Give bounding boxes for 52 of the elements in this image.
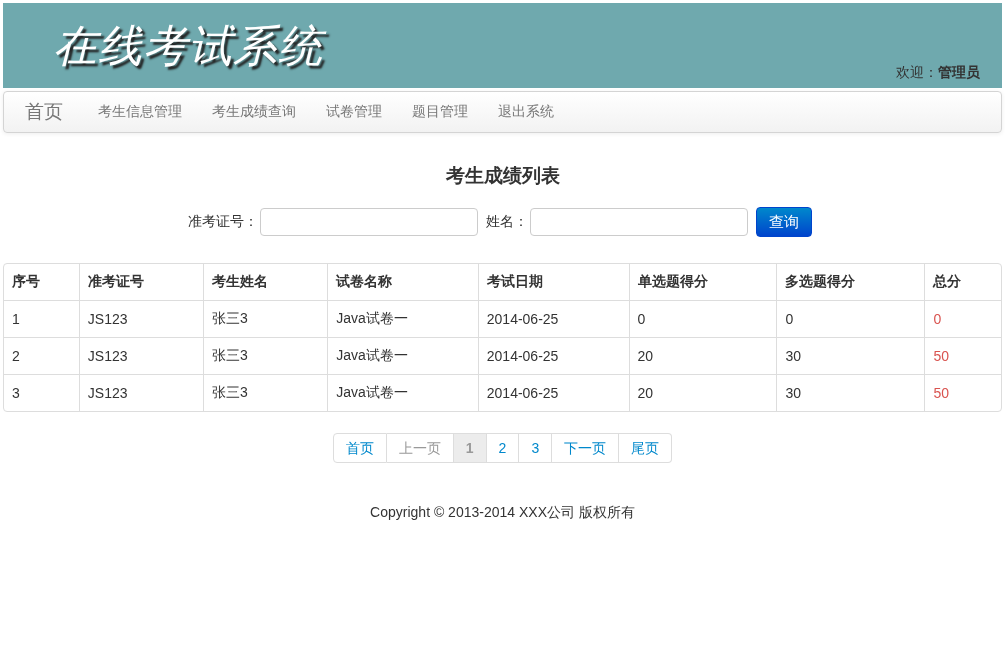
- column-header: 单选题得分: [628, 264, 777, 300]
- table-cell: 0: [628, 300, 777, 337]
- table-cell: Java试卷一: [327, 300, 478, 337]
- column-header: 序号: [11, 272, 41, 291]
- table-cell: JS123: [78, 300, 203, 337]
- table-cell: 30: [776, 337, 925, 374]
- nav-link[interactable]: 退出系统: [483, 103, 569, 121]
- table-cell: 张三3: [203, 300, 328, 337]
- home-link[interactable]: 首页: [25, 99, 63, 125]
- field-label: 姓名：: [485, 213, 528, 231]
- table-cell: 50: [924, 337, 1001, 374]
- table-cell: 20: [628, 374, 777, 411]
- table-cell: 张三3: [203, 337, 328, 374]
- table-cell: Java试卷一: [327, 337, 478, 374]
- column-header: 总分: [924, 264, 1001, 300]
- table-cell: 0: [924, 300, 1001, 337]
- table-cell: JS123: [78, 374, 203, 411]
- table-cell: 50: [924, 374, 1001, 411]
- page-heading: 考生成绩列表: [444, 164, 561, 188]
- table-cell: 2014-06-25: [477, 337, 629, 374]
- table-cell: Java试卷一: [327, 374, 478, 411]
- table-cell: 1: [4, 300, 79, 337]
- field-label: 准考证号：: [187, 213, 258, 231]
- page-link[interactable]: 1: [453, 433, 487, 463]
- table-cell: 20: [628, 337, 777, 374]
- table-cell: 张三3: [203, 374, 328, 411]
- input-field[interactable]: [259, 208, 478, 236]
- table-cell: 30: [776, 374, 925, 411]
- table-cell: 2014-06-25: [477, 374, 629, 411]
- table-cell: JS123: [78, 337, 203, 374]
- column-header: 多选题得分: [776, 264, 925, 300]
- table-cell: 2: [4, 337, 79, 374]
- nav-link[interactable]: 试卷管理: [311, 103, 397, 121]
- table-cell: 3: [4, 374, 79, 411]
- column-header: 考试日期: [477, 264, 629, 300]
- table-cell: 0: [776, 300, 925, 337]
- nav-link[interactable]: 考生成绩查询: [197, 103, 311, 121]
- search-button[interactable]: 查询: [755, 207, 812, 237]
- page-link[interactable]: 3: [519, 433, 553, 463]
- nav-link[interactable]: 题目管理: [397, 103, 483, 121]
- input-field[interactable]: [529, 208, 748, 236]
- welcome-text: 欢迎：管理员: [896, 64, 980, 82]
- page-link[interactable]: 首页: [332, 433, 387, 463]
- page-link[interactable]: 尾页: [619, 433, 673, 463]
- table-cell: 2014-06-25: [477, 300, 629, 337]
- column-header: 准考证号: [78, 264, 203, 300]
- copyright-text: Copyright © 2013-2014 XXX公司 版权所有: [369, 504, 636, 522]
- page-link[interactable]: 下一页: [552, 433, 620, 463]
- column-header: 试卷名称: [327, 264, 478, 300]
- nav-link[interactable]: 考生信息管理: [83, 103, 197, 121]
- page-link[interactable]: 2: [486, 433, 520, 463]
- column-header: 考生姓名: [203, 264, 328, 300]
